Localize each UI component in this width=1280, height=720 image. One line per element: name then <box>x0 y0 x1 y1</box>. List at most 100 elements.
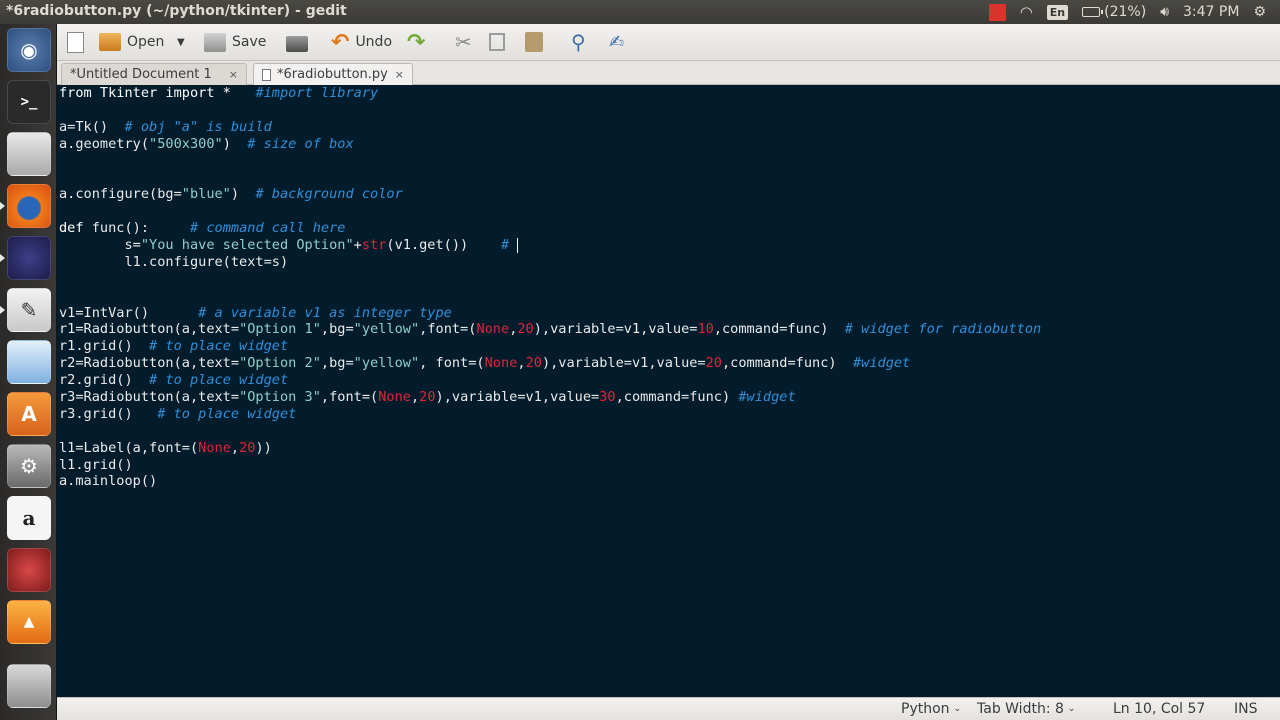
system-settings-icon[interactable]: ⚙ <box>7 444 51 488</box>
code-line[interactable] <box>59 153 1041 170</box>
software-center-icon[interactable]: A <box>7 392 51 436</box>
code-token: # background color <box>255 186 403 203</box>
code-editor[interactable]: from Tkinter import * #import library a=… <box>57 85 1280 697</box>
code-line[interactable]: r1=Radiobutton(a,text="Option 1",bg="yel… <box>59 321 1041 338</box>
dash-home-icon[interactable]: ◉ <box>7 28 51 72</box>
wifi-icon[interactable]: ◠ <box>1020 3 1033 21</box>
code-token: # to place widget <box>149 338 289 355</box>
indicator-icon[interactable] <box>988 3 1006 21</box>
code-line[interactable] <box>59 271 1041 288</box>
volume-icon[interactable]: 🔊︎ <box>1160 4 1169 20</box>
app-icon[interactable] <box>7 548 51 592</box>
copy-icon <box>489 33 505 51</box>
battery-indicator[interactable]: (21%) <box>1082 4 1146 20</box>
close-icon[interactable]: × <box>395 68 404 81</box>
code-line[interactable]: l1.grid() <box>59 457 1041 474</box>
battery-icon <box>1082 7 1104 17</box>
power-icon[interactable]: ⚙︎ <box>1253 4 1266 20</box>
scissors-icon: ✂ <box>455 30 472 54</box>
code-token: #widget <box>852 355 911 372</box>
find-replace-button[interactable]: ✍ <box>609 30 624 54</box>
code-token: 20 <box>705 355 722 372</box>
code-line[interactable] <box>59 102 1041 119</box>
image-viewer-icon[interactable] <box>7 340 51 384</box>
keyboard-layout-indicator[interactable]: En <box>1046 4 1069 20</box>
code-token: )) <box>255 439 272 456</box>
firefox-icon[interactable] <box>7 184 51 228</box>
code-line[interactable] <box>59 288 1041 305</box>
redo-button[interactable]: ↷ <box>407 30 425 55</box>
code-token: ) <box>230 186 256 203</box>
document-icon <box>262 68 271 81</box>
code-line[interactable]: a.configure(bg="blue") # background colo… <box>59 186 1041 203</box>
code-token: 10 <box>697 321 714 338</box>
code-line[interactable]: s="You have selected Option"+str(v1.get(… <box>59 237 1041 254</box>
tab-bar: *Untitled Document 1 × *6radiobutton.py … <box>57 61 1280 85</box>
code-token: 20 <box>525 355 542 372</box>
open-button[interactable]: Open <box>99 30 164 54</box>
language-selector[interactable]: Python ⌄ <box>901 701 961 717</box>
code-view[interactable]: from Tkinter import * #import library a=… <box>59 85 1041 490</box>
text-cursor <box>517 237 519 253</box>
code-token: None <box>378 389 411 406</box>
code-line[interactable] <box>59 203 1041 220</box>
code-line[interactable]: v1=IntVar() # a variable v1 as integer t… <box>59 305 1041 322</box>
code-line[interactable]: r3.grid() # to place widget <box>59 406 1041 423</box>
find-button[interactable]: ⚲ <box>571 30 586 54</box>
code-line[interactable]: def func(): # command call here <box>59 220 1041 237</box>
tab-untitled-document[interactable]: *Untitled Document 1 × <box>61 63 247 85</box>
code-token: 20 <box>517 321 534 338</box>
code-token: func(): <box>83 220 190 237</box>
code-token: , <box>230 439 240 456</box>
code-line[interactable]: r2.grid() # to place widget <box>59 372 1041 389</box>
copy-button[interactable] <box>489 30 505 54</box>
vlc-icon[interactable]: ▲ <box>7 600 51 644</box>
eclipse-icon[interactable] <box>7 236 51 280</box>
code-token: None <box>484 355 518 372</box>
code-line[interactable]: l1.configure(text=s) <box>59 254 1041 271</box>
code-token: "yellow" <box>353 355 420 372</box>
code-token: r3.grid() <box>59 405 158 422</box>
file-manager-icon[interactable] <box>7 132 51 176</box>
cursor-position: Ln 10, Col 57 <box>1113 701 1206 717</box>
close-icon[interactable]: × <box>229 68 238 81</box>
text-editor-icon[interactable]: ✎ <box>7 288 51 332</box>
code-token: a.configure(bg= <box>59 186 182 203</box>
cut-button[interactable]: ✂ <box>455 30 472 54</box>
code-line[interactable]: r3=Radiobutton(a,text="Option 3",font=(N… <box>59 389 1041 406</box>
code-line[interactable]: from Tkinter import * #import library <box>59 85 1041 102</box>
code-token: "Option 3" <box>239 389 321 406</box>
code-token: ,bg= <box>320 321 354 338</box>
terminal-icon[interactable]: >_ <box>7 80 51 124</box>
code-token: "blue" <box>181 186 231 203</box>
tab-width-selector[interactable]: Tab Width: 8 ⌄ <box>977 701 1075 717</box>
code-token: None <box>198 439 231 456</box>
code-line[interactable]: r1.grid() # to place widget <box>59 338 1041 355</box>
open-dropdown-button[interactable]: ▼ <box>177 30 185 54</box>
save-label: Save <box>232 34 267 50</box>
code-token: "500x300" <box>149 135 223 152</box>
paste-button[interactable] <box>525 30 543 54</box>
code-line[interactable] <box>59 169 1041 186</box>
code-token: # size of box <box>247 135 354 152</box>
print-button[interactable] <box>286 30 308 54</box>
code-token: ,command=func) <box>713 321 845 338</box>
new-document-icon <box>67 31 84 53</box>
code-line[interactable]: r2=Radiobutton(a,text="Option 2",bg="yel… <box>59 355 1041 372</box>
code-line[interactable]: a.geometry("500x300") # size of box <box>59 136 1041 153</box>
code-token: # a variable v1 as integer type <box>198 304 452 321</box>
code-line[interactable]: a.mainloop() <box>59 473 1041 490</box>
undo-button[interactable]: ↶ Undo <box>331 30 393 55</box>
amazon-icon[interactable]: a <box>7 496 51 540</box>
trash-icon[interactable] <box>7 664 51 708</box>
code-line[interactable] <box>59 423 1041 440</box>
save-button[interactable]: Save <box>204 30 266 54</box>
clock[interactable]: 3:47 PM <box>1183 4 1239 20</box>
new-document-button[interactable] <box>67 30 84 54</box>
code-line[interactable]: a=Tk() # obj "a" is build <box>59 119 1041 136</box>
undo-label: Undo <box>355 34 393 50</box>
tab-6radiobutton[interactable]: *6radiobutton.py × <box>253 63 413 85</box>
code-token: ,font=( <box>320 389 379 406</box>
code-line[interactable]: l1=Label(a,font=(None,20)) <box>59 440 1041 457</box>
